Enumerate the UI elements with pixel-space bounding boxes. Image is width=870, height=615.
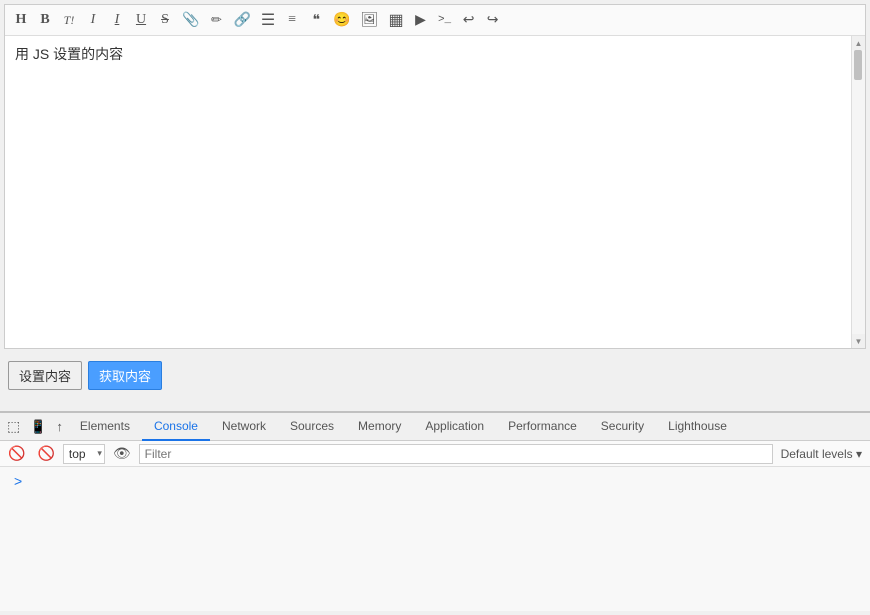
console-filter-icon[interactable]: 🚫 [33,444,58,463]
toolbar-btn-list-unordered[interactable]: ☰ [258,8,278,32]
tab-memory[interactable]: Memory [346,413,413,441]
editor-container: H B T! I I U S 📎 ✏ 🔗 ☰ ≡ ❝ 😊 🖼 ▦ ▶ >_ ↩ … [4,4,866,349]
tab-application[interactable]: Application [413,413,496,441]
toolbar-btn-image[interactable]: 🖼 [358,10,382,31]
devtools-panel: ⬚ 📱 ↑ Elements Console Network Sources M… [0,411,870,611]
console-context-wrapper: top ▾ [63,444,105,464]
console-eye-icon[interactable]: 👁 [109,444,135,463]
scrollbar-track[interactable] [852,50,865,334]
scrollbar-thumb[interactable] [854,50,862,80]
toolbar-btn-emoji[interactable]: 😊 [330,10,353,31]
devtools-inspect-icon[interactable]: ⬚ [2,413,25,441]
editor-scrollbar[interactable]: ▲ ▼ [851,36,865,348]
editor-text: 用 JS 设置的内容 [15,46,123,62]
toolbar-btn-text-italic[interactable]: T! [59,11,79,30]
toolbar-btn-link[interactable]: 🔗 [230,10,253,31]
toolbar-btn-undo[interactable]: ↩ [459,10,479,31]
tab-sources[interactable]: Sources [278,413,346,441]
toolbar-btn-underline[interactable]: U [131,10,151,30]
scrollbar-up-arrow[interactable]: ▲ [852,36,866,50]
toolbar-btn-strikethrough[interactable]: S [155,10,175,30]
toolbar-btn-redo[interactable]: ↪ [483,10,503,31]
toolbar-btn-italic2[interactable]: I [107,10,127,30]
devtools-tabs-bar: ⬚ 📱 ↑ Elements Console Network Sources M… [0,413,870,441]
get-content-button[interactable]: 获取内容 [88,361,162,390]
toolbar-btn-heading[interactable]: H [11,10,31,30]
toolbar-btn-highlight[interactable]: ✏ [206,10,226,30]
toolbar-btn-blockquote[interactable]: ❝ [306,10,326,31]
console-toolbar: 🚫 🚫 top ▾ 👁 Default levels ▾ [0,441,870,467]
tab-performance[interactable]: Performance [496,413,589,441]
toolbar-btn-code[interactable]: >_ [435,12,455,28]
console-clear-icon[interactable]: 🚫 [4,444,29,463]
devtools-pointer-icon[interactable]: ↑ [51,413,68,441]
set-content-button[interactable]: 设置内容 [8,361,82,390]
console-prompt[interactable]: > [8,471,862,491]
tab-elements[interactable]: Elements [68,413,142,441]
scrollbar-down-arrow[interactable]: ▼ [852,334,866,348]
tab-network[interactable]: Network [210,413,278,441]
tab-console[interactable]: Console [142,413,210,441]
editor-body[interactable]: 用 JS 设置的内容 ▲ ▼ [5,36,865,348]
toolbar-btn-list-ordered[interactable]: ≡ [282,10,302,30]
console-output: > [0,467,870,495]
console-prompt-symbol: > [14,473,22,489]
console-filter-input[interactable] [139,444,773,464]
devtools-device-icon[interactable]: 📱 [25,413,51,441]
toolbar-btn-table[interactable]: ▦ [385,8,406,32]
console-default-levels-button[interactable]: Default levels ▾ [777,446,866,462]
toolbar-btn-italic[interactable]: I [83,10,103,30]
editor-toolbar: H B T! I I U S 📎 ✏ 🔗 ☰ ≡ ❝ 😊 🖼 ▦ ▶ >_ ↩ … [5,5,865,36]
editor-content[interactable]: 用 JS 设置的内容 [5,36,865,348]
tab-security[interactable]: Security [589,413,656,441]
toolbar-btn-bold[interactable]: B [35,10,55,30]
toolbar-btn-attach[interactable]: 📎 [179,10,202,31]
console-context-select[interactable]: top [63,444,105,464]
toolbar-btn-video[interactable]: ▶ [411,10,431,31]
tab-lighthouse[interactable]: Lighthouse [656,413,739,441]
action-buttons-section: 设置内容 获取内容 [0,353,870,398]
